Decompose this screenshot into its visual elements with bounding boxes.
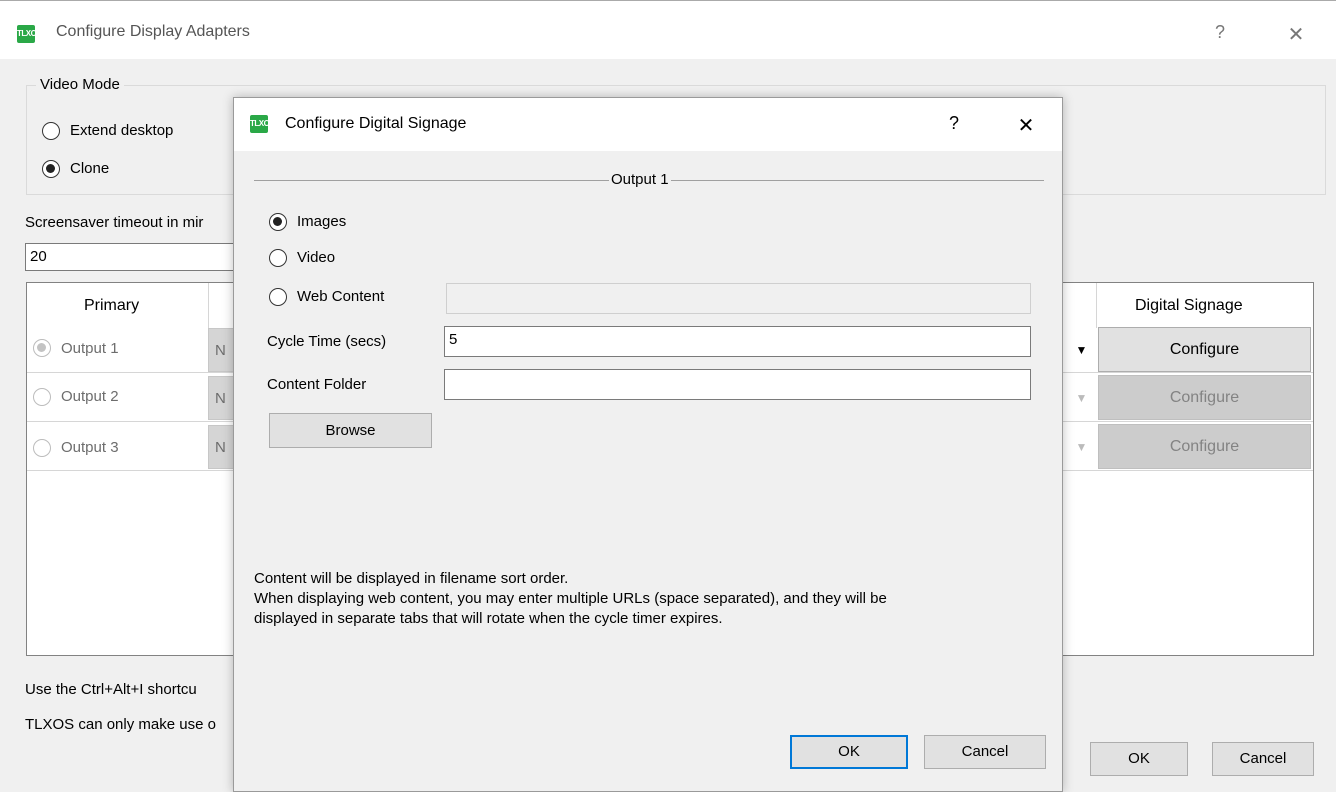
content-folder-label: Content Folder bbox=[267, 376, 367, 393]
extend-desktop-label: Extend desktop bbox=[70, 122, 174, 139]
screensaver-timeout-input[interactable]: 20 bbox=[25, 243, 235, 271]
screensaver-timeout-label: Screensaver timeout in mir bbox=[25, 214, 204, 231]
dialog-cancel-button[interactable]: Cancel bbox=[924, 735, 1046, 769]
dialog-title: Configure Digital Signage bbox=[285, 115, 467, 132]
output-3-configure-button[interactable]: Configure bbox=[1098, 424, 1311, 469]
output-1-configure-button[interactable]: Configure bbox=[1098, 327, 1311, 372]
header-divider bbox=[208, 283, 209, 328]
dialog-help-button[interactable]: ? bbox=[934, 113, 974, 134]
shortcut-hint-text: Use the Ctrl+Alt+I shortcu bbox=[25, 681, 197, 698]
extend-desktop-radio[interactable] bbox=[42, 122, 60, 140]
configure-digital-signage-dialog: TLXOS Configure Digital Signage ? ✕ Outp… bbox=[233, 97, 1063, 792]
output-3-label: Output 3 bbox=[61, 439, 119, 456]
note-line: When displaying web content, you may ent… bbox=[254, 590, 887, 607]
dialog-note-text: Content will be displayed in filename so… bbox=[254, 569, 887, 629]
output-2-label: Output 2 bbox=[61, 388, 119, 405]
outer-close-button[interactable]: ✕ bbox=[1276, 22, 1316, 47]
output-2-configure-button[interactable]: Configure bbox=[1098, 375, 1311, 420]
content-folder-input[interactable] bbox=[444, 369, 1031, 400]
note-line: displayed in separate tabs that will rot… bbox=[254, 610, 723, 627]
outer-cancel-button[interactable]: Cancel bbox=[1212, 742, 1314, 776]
dialog-ok-button[interactable]: OK bbox=[790, 735, 908, 769]
cycle-time-label: Cycle Time (secs) bbox=[267, 333, 387, 350]
web-content-radio[interactable] bbox=[269, 288, 287, 306]
outer-title-bar: TLXOS Configure Display Adapters ? ✕ bbox=[0, 1, 1336, 59]
video-radio[interactable] bbox=[269, 249, 287, 267]
digital-signage-column-header: Digital Signage bbox=[1135, 297, 1243, 314]
output-1-primary-radio[interactable] bbox=[33, 339, 51, 357]
video-label: Video bbox=[297, 249, 336, 266]
output-2-primary-radio[interactable] bbox=[33, 388, 51, 406]
primary-column-header: Primary bbox=[84, 297, 140, 314]
output-3-dropdown-arrow-icon[interactable]: ▼ bbox=[1067, 425, 1096, 469]
output-2-dropdown-arrow-icon[interactable]: ▼ bbox=[1067, 376, 1096, 420]
output-3-resolution-combo[interactable]: N bbox=[208, 425, 235, 469]
output-2-resolution-combo[interactable]: N bbox=[208, 376, 235, 420]
web-content-input[interactable] bbox=[446, 283, 1031, 314]
browse-button[interactable]: Browse bbox=[269, 413, 432, 448]
tlxos-app-icon: TLXOS bbox=[250, 115, 275, 133]
output-3-primary-radio[interactable] bbox=[33, 439, 51, 457]
clone-label: Clone bbox=[70, 160, 110, 177]
dialog-title-bar: TLXOS Configure Digital Signage ? ✕ bbox=[234, 98, 1062, 151]
tlxos-app-icon: TLXOS bbox=[17, 25, 42, 43]
dialog-close-button[interactable]: ✕ bbox=[1006, 113, 1046, 138]
web-content-label: Web Content bbox=[297, 288, 385, 305]
header-divider bbox=[1096, 283, 1097, 328]
output-1-dropdown-arrow-icon[interactable]: ▼ bbox=[1067, 328, 1096, 372]
outer-window-title: Configure Display Adapters bbox=[56, 23, 250, 40]
note-line: Content will be displayed in filename so… bbox=[254, 570, 569, 587]
images-label: Images bbox=[297, 213, 347, 230]
images-radio[interactable] bbox=[269, 213, 287, 231]
video-mode-legend: Video Mode bbox=[36, 76, 124, 93]
outer-help-button[interactable]: ? bbox=[1200, 22, 1240, 43]
outer-ok-button[interactable]: OK bbox=[1090, 742, 1188, 776]
output-group-title: Output 1 bbox=[609, 171, 671, 188]
output-1-label: Output 1 bbox=[61, 340, 119, 357]
cycle-time-input[interactable]: 5 bbox=[444, 326, 1031, 357]
output-1-resolution-combo[interactable]: N bbox=[208, 328, 235, 372]
tlxos-limit-text: TLXOS can only make use o bbox=[25, 716, 216, 733]
clone-radio[interactable] bbox=[42, 160, 60, 178]
